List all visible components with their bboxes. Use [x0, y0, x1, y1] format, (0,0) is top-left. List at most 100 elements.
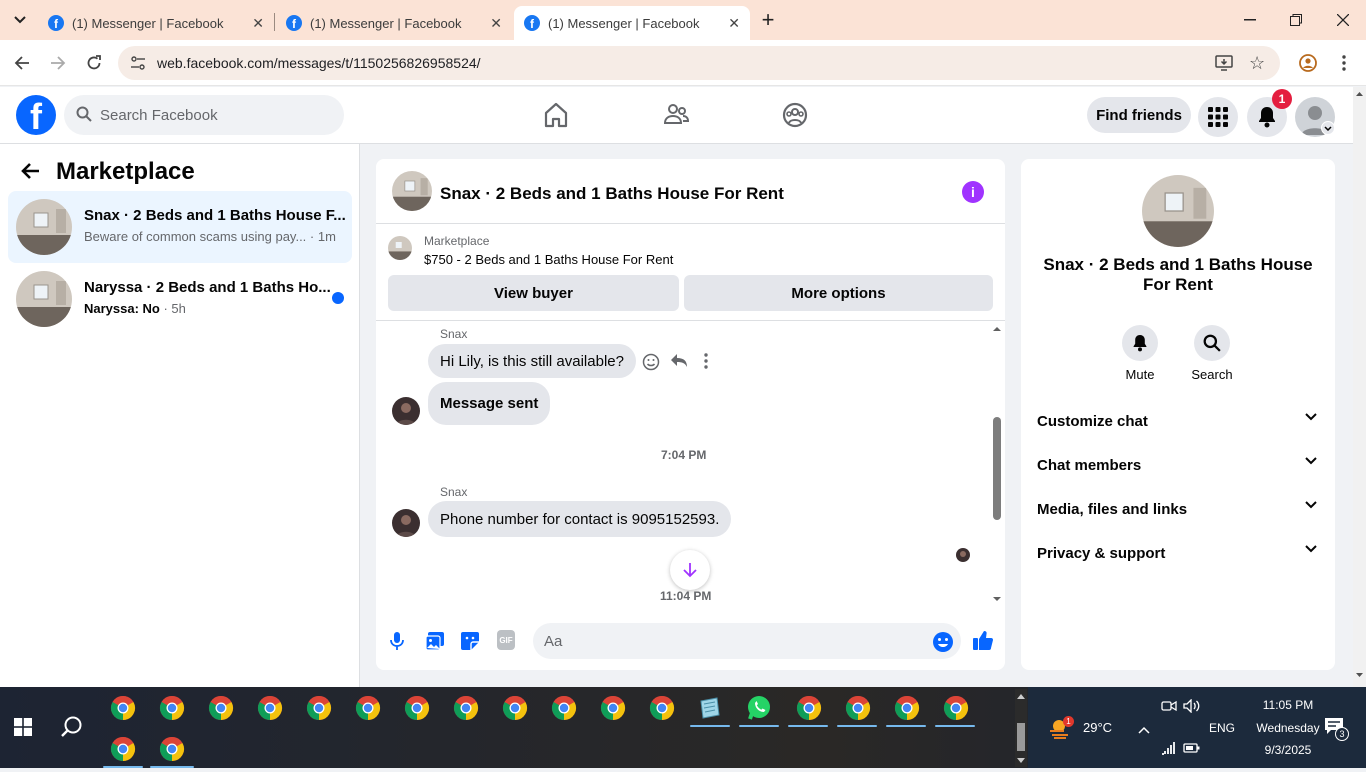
chrome-taskbar-icon[interactable]: [355, 695, 381, 721]
friends-icon[interactable]: [662, 101, 690, 129]
battery-icon[interactable]: [1183, 741, 1201, 759]
chat-scrollbar[interactable]: [990, 322, 1004, 606]
menu-grid-icon[interactable]: [1198, 97, 1238, 137]
listing-price[interactable]: $750 - 2 Beds and 1 Baths House For Rent: [424, 252, 673, 267]
groups-icon[interactable]: [781, 101, 809, 129]
restore-icon[interactable]: [1284, 8, 1308, 32]
network-icon[interactable]: [1161, 741, 1177, 760]
more-options-button[interactable]: More options: [684, 275, 993, 311]
reply-icon[interactable]: [670, 353, 688, 374]
clock-time[interactable]: 11:05 PM: [1252, 698, 1324, 712]
sender-avatar[interactable]: [392, 397, 420, 425]
windows-start-icon[interactable]: [14, 718, 32, 741]
conversation-item-snax[interactable]: Snax · 2 Beds and 1 Baths House F... Bew…: [8, 191, 352, 263]
chrome-taskbar-icon[interactable]: [894, 695, 920, 721]
browser-tab-2[interactable]: f (1) Messenger | Facebook ✕: [276, 6, 512, 40]
search-in-chat-button[interactable]: Search: [1182, 325, 1242, 382]
forward-icon[interactable]: [46, 51, 70, 75]
conversation-preview: Naryssa: No · 5h: [84, 301, 186, 316]
language-indicator[interactable]: ENG: [1209, 721, 1235, 735]
chrome-taskbar-icon[interactable]: [502, 695, 528, 721]
account-chevron-icon[interactable]: [1321, 121, 1335, 135]
weather-temp[interactable]: 29°C: [1083, 720, 1112, 735]
scroll-to-bottom-button[interactable]: [670, 550, 710, 590]
customize-chat-row[interactable]: Customize chat: [1021, 399, 1335, 443]
tab-search-dropdown-icon[interactable]: [8, 8, 32, 32]
chrome-taskbar-icon[interactable]: [159, 695, 185, 721]
conversation-preview: Beware of common scams using pay... · 1m: [84, 229, 336, 244]
react-emoji-icon[interactable]: [642, 353, 660, 376]
message-bubble[interactable]: Hi Lily, is this still available?: [428, 344, 636, 378]
chrome-taskbar-icon[interactable]: [649, 695, 675, 721]
mute-button[interactable]: Mute: [1110, 325, 1170, 382]
taskbar-search-icon[interactable]: [60, 715, 84, 744]
find-friends-button[interactable]: Find friends: [1087, 97, 1191, 133]
chrome-taskbar-icon[interactable]: [257, 695, 283, 721]
reload-icon[interactable]: [82, 51, 106, 75]
search-icon: [76, 106, 92, 126]
search-facebook-input[interactable]: Search Facebook: [64, 95, 344, 135]
chrome-taskbar-icon[interactable]: [110, 736, 136, 762]
chat-thumbnail[interactable]: [392, 171, 432, 211]
microphone-icon[interactable]: [390, 632, 404, 655]
chrome-taskbar-icon[interactable]: [943, 695, 969, 721]
chrome-taskbar-icon[interactable]: [208, 695, 234, 721]
meet-now-icon[interactable]: [1161, 699, 1177, 718]
chat-title[interactable]: Snax · 2 Beds and 1 Baths House For Rent: [440, 184, 784, 204]
chrome-taskbar-icon[interactable]: [600, 695, 626, 721]
chrome-taskbar-icon[interactable]: [796, 695, 822, 721]
emoji-icon[interactable]: [932, 631, 954, 658]
close-window-icon[interactable]: [1331, 8, 1355, 32]
chrome-taskbar-icon[interactable]: [453, 695, 479, 721]
taskbar-scrollbar[interactable]: [1015, 689, 1027, 767]
message-bubble[interactable]: Message sent: [428, 382, 551, 425]
attach-photo-icon[interactable]: [425, 631, 445, 656]
whatsapp-taskbar-icon[interactable]: [746, 695, 772, 721]
message-input[interactable]: Aa: [533, 623, 961, 659]
gif-icon[interactable]: GIF: [497, 630, 515, 650]
chrome-taskbar-icon[interactable]: [551, 695, 577, 721]
show-hidden-icons-icon[interactable]: [1138, 721, 1150, 739]
sender-avatar[interactable]: [392, 509, 420, 537]
chrome-taskbar-icon[interactable]: [110, 695, 136, 721]
media-files-links-row[interactable]: Media, files and links: [1021, 487, 1335, 531]
bookmark-star-icon[interactable]: ☆: [1249, 53, 1265, 74]
home-icon[interactable]: [542, 101, 570, 129]
browser-tab-1[interactable]: f (1) Messenger | Facebook ✕: [38, 6, 274, 40]
privacy-support-row[interactable]: Privacy & support: [1021, 531, 1335, 575]
close-tab-icon[interactable]: ✕: [252, 15, 264, 32]
clock-date[interactable]: 9/3/2025: [1252, 743, 1324, 757]
message-bubble[interactable]: Phone number for contact is 9095152593.: [428, 501, 732, 537]
listing-large-thumbnail[interactable]: [1142, 175, 1214, 247]
info-icon[interactable]: i: [962, 181, 984, 203]
page-scrollbar[interactable]: [1353, 87, 1366, 687]
clock-day[interactable]: Wednesday: [1248, 721, 1328, 735]
chrome-taskbar-icon[interactable]: [404, 695, 430, 721]
back-arrow-icon[interactable]: [20, 160, 40, 186]
browser-menu-icon[interactable]: [1332, 51, 1356, 75]
browser-tab-3-active[interactable]: f (1) Messenger | Facebook ✕: [514, 6, 750, 40]
back-icon[interactable]: [10, 51, 34, 75]
profile-icon[interactable]: [1296, 51, 1320, 75]
section-label: Customize chat: [1037, 412, 1148, 430]
like-thumbs-up-icon[interactable]: [972, 629, 994, 656]
address-bar[interactable]: web.facebook.com/messages/t/115025682695…: [118, 46, 1280, 80]
site-info-icon[interactable]: [130, 55, 146, 76]
minimize-icon[interactable]: [1238, 8, 1262, 32]
close-tab-icon[interactable]: ✕: [728, 15, 740, 32]
facebook-logo-icon[interactable]: f: [16, 95, 56, 135]
more-actions-icon[interactable]: [704, 353, 708, 374]
section-label: Privacy & support: [1037, 544, 1166, 562]
conversation-item-naryssa[interactable]: Naryssa · 2 Beds and 1 Baths Ho... Narys…: [8, 263, 352, 335]
chrome-taskbar-icon[interactable]: [845, 695, 871, 721]
new-tab-icon[interactable]: +: [756, 7, 780, 32]
install-app-icon[interactable]: [1215, 54, 1233, 77]
sticker-icon[interactable]: [460, 631, 480, 656]
volume-icon[interactable]: [1183, 698, 1201, 718]
close-tab-icon[interactable]: ✕: [490, 15, 502, 32]
chrome-taskbar-icon[interactable]: [159, 736, 185, 762]
chat-members-row[interactable]: Chat members: [1021, 443, 1335, 487]
view-buyer-button[interactable]: View buyer: [388, 275, 679, 311]
chrome-taskbar-icon[interactable]: [306, 695, 332, 721]
notes-app-taskbar-icon[interactable]: [697, 695, 723, 721]
